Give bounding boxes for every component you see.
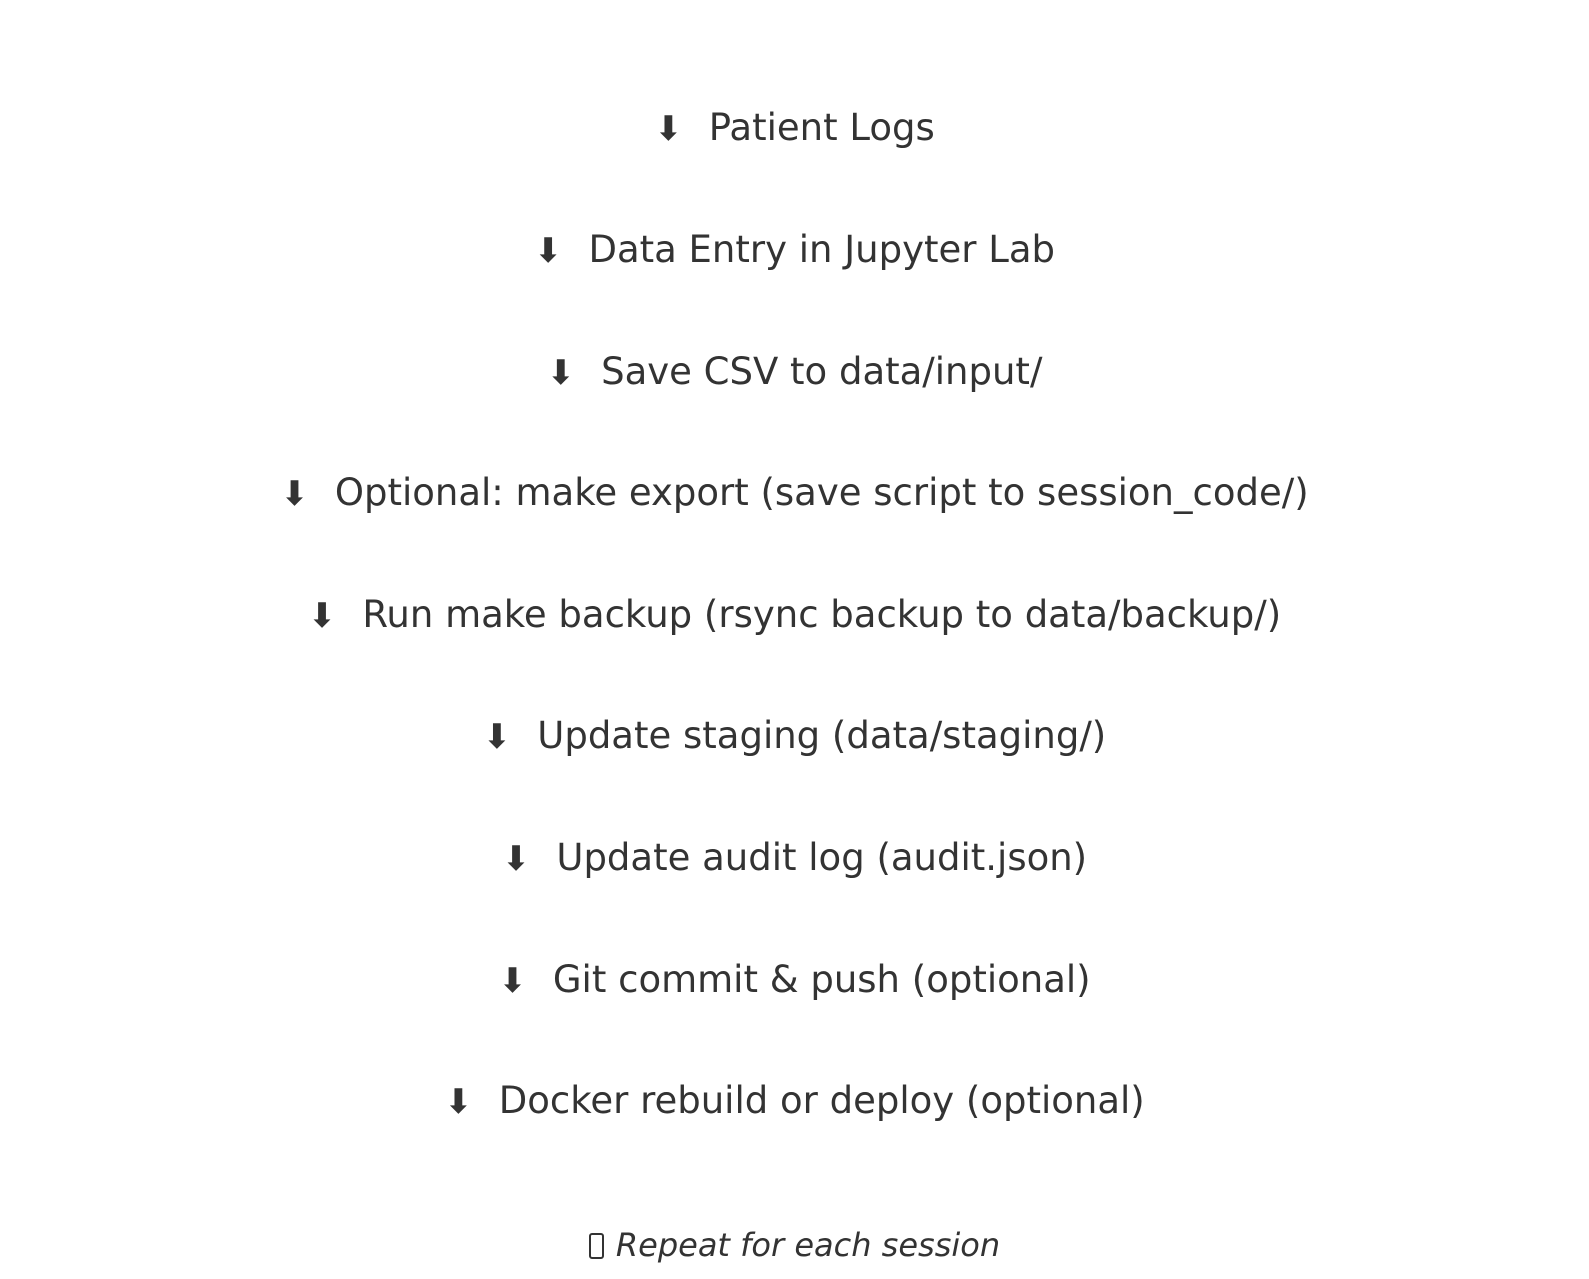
step-label: Data Entry in Jupyter Lab [588, 228, 1056, 271]
step-label: Git commit & push (optional) [552, 958, 1091, 1001]
down-arrow-icon: ⬇ [546, 353, 576, 393]
flow-step-data-entry: ⬇ Data Entry in Jupyter Lab [0, 226, 1589, 274]
down-arrow-icon: ⬇ [654, 109, 683, 149]
step-label: Optional: make export (save script to se… [334, 471, 1309, 514]
flow-step-docker: ⬇ Docker rebuild or deploy (optional) [0, 1077, 1589, 1125]
flow-step-save-csv: ⬇ Save CSV to data/input/ [0, 348, 1589, 396]
flow-step-audit-log: ⬇ Update audit log (audit.json) [0, 834, 1589, 882]
down-arrow-icon: ⬇ [533, 231, 563, 271]
step-label: Update audit log (audit.json) [556, 836, 1088, 879]
down-arrow-icon: ⬇ [501, 839, 531, 879]
down-arrow-icon: ⬇ [280, 474, 309, 514]
repeat-note-label: Repeat for each session [615, 1226, 1001, 1264]
flow-step-staging: ⬇ Update staging (data/staging/) [0, 712, 1589, 760]
step-label: Docker rebuild or deploy (optional) [498, 1079, 1145, 1122]
down-arrow-icon: ⬇ [444, 1082, 473, 1122]
step-label: Run make backup (rsync backup to data/ba… [362, 593, 1282, 636]
repeat-note: Repeat for each session [0, 1224, 1589, 1266]
flow-step-export: ⬇ Optional: make export (save script to s… [0, 469, 1589, 517]
flow-step-patient-logs: ⬇ Patient Logs [0, 104, 1589, 152]
step-label: Patient Logs [708, 106, 935, 149]
repeat-icon [588, 1233, 604, 1259]
step-label: Save CSV to data/input/ [601, 350, 1043, 393]
workflow-diagram: ⬇ Patient Logs ⬇ Data Entry in Jupyter Lab… [0, 0, 1589, 1279]
flow-step-backup: ⬇ Run make backup (rsync backup to data/b… [0, 591, 1589, 639]
step-label: Update staging (data/staging/) [537, 714, 1107, 757]
down-arrow-icon: ⬇ [498, 961, 527, 1001]
flow-step-git-commit: ⬇ Git commit & push (optional) [0, 956, 1589, 1004]
down-arrow-icon: ⬇ [482, 717, 512, 757]
down-arrow-icon: ⬇ [307, 596, 337, 636]
